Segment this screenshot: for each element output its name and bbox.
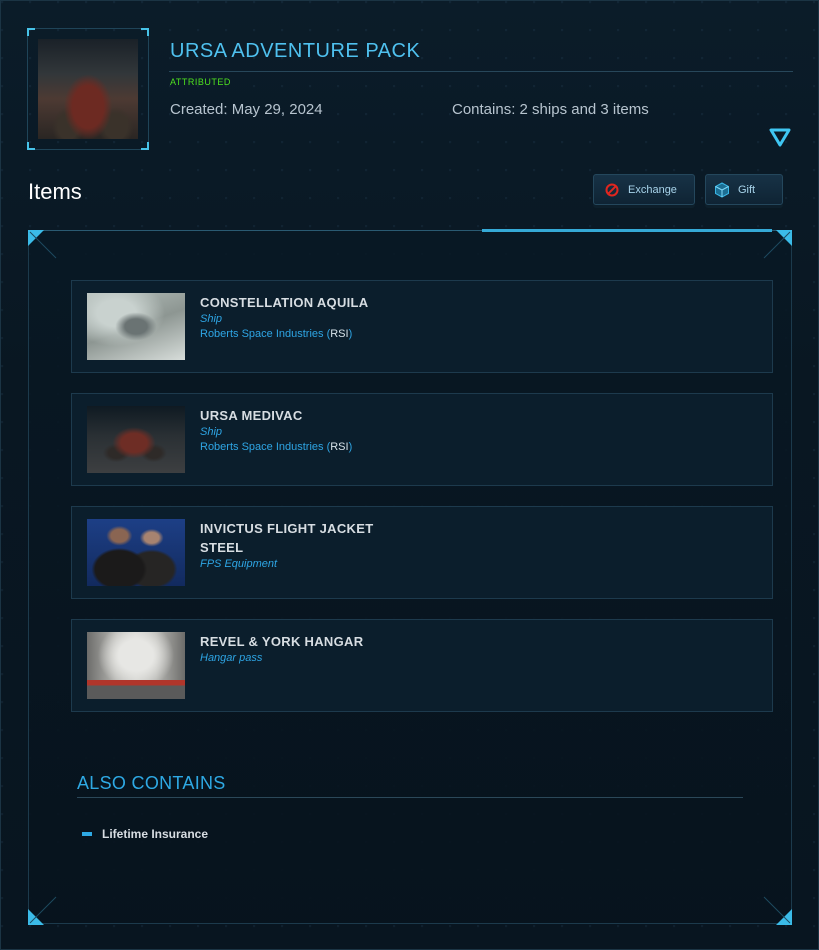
bullet-icon [82, 832, 92, 836]
exchange-label: Exchange [628, 183, 677, 196]
created-date: Created: May 29, 2024 [170, 101, 323, 118]
corner-decoration-icon [28, 896, 57, 925]
corner-bracket [27, 142, 35, 150]
item-type: Ship [200, 426, 223, 438]
item-name: REVEL & YORK HANGAR [200, 634, 364, 649]
item-type: FPS Equipment [200, 558, 278, 570]
item-image [87, 293, 185, 360]
item-type: Ship [200, 313, 223, 325]
gift-label: Gift [738, 183, 756, 196]
forbidden-circle-icon [605, 183, 619, 196]
manufacturer-abbr: RSI [330, 328, 349, 340]
list-item[interactable]: URSA MEDIVAC Ship Roberts Space Industri… [71, 393, 773, 486]
triangle-down-icon[interactable] [769, 128, 791, 148]
pack-thumbnail[interactable] [27, 28, 149, 150]
manufacturer-name: Roberts Space Industries ( [200, 328, 331, 340]
corner-decoration-icon [763, 896, 792, 925]
item-manufacturer: Roberts Space Industries (RSI) [200, 328, 352, 340]
item-type: Hangar pass [200, 652, 263, 664]
item-image [87, 632, 185, 699]
gift-button[interactable]: Gift [705, 174, 783, 205]
manufacturer-close: ) [348, 328, 353, 340]
item-image [87, 519, 185, 586]
corner-bracket [27, 28, 35, 36]
item-name: INVICTUS FLIGHT JACKET STEEL [200, 521, 374, 555]
list-item[interactable]: CONSTELLATION AQUILA Ship Roberts Space … [71, 280, 773, 373]
corner-decoration-icon [28, 230, 57, 259]
item-manufacturer: Roberts Space Industries (RSI) [200, 441, 352, 453]
also-contains-item: Lifetime Insurance [102, 827, 209, 841]
corner-bracket [141, 142, 149, 150]
panel-accent [482, 229, 772, 232]
manufacturer-close: ) [348, 441, 353, 453]
items-heading: Items [28, 179, 82, 204]
pack-title: URSA ADVENTURE PACK [170, 40, 421, 62]
manufacturer-name: Roberts Space Industries ( [200, 441, 331, 453]
status-badge: ATTRIBUTED [170, 77, 231, 87]
cube-icon [715, 181, 729, 198]
contents-summary: Contains: 2 ships and 3 items [452, 101, 649, 118]
item-image [87, 406, 185, 473]
corner-decoration-icon [763, 230, 792, 259]
divider [77, 797, 743, 798]
item-name: URSA MEDIVAC [200, 408, 303, 423]
exchange-button[interactable]: Exchange [593, 174, 695, 205]
corner-bracket [141, 28, 149, 36]
pledge-detail-frame: URSA ADVENTURE PACK ATTRIBUTED Created: … [0, 0, 819, 950]
list-item[interactable]: REVEL & YORK HANGAR Hangar pass [71, 619, 773, 712]
manufacturer-abbr: RSI [330, 441, 349, 453]
item-name: CONSTELLATION AQUILA [200, 295, 369, 310]
divider [169, 71, 793, 72]
also-contains-heading: ALSO CONTAINS [77, 773, 226, 793]
list-item[interactable]: INVICTUS FLIGHT JACKET STEEL FPS Equipme… [71, 506, 773, 599]
pack-image [38, 39, 138, 139]
